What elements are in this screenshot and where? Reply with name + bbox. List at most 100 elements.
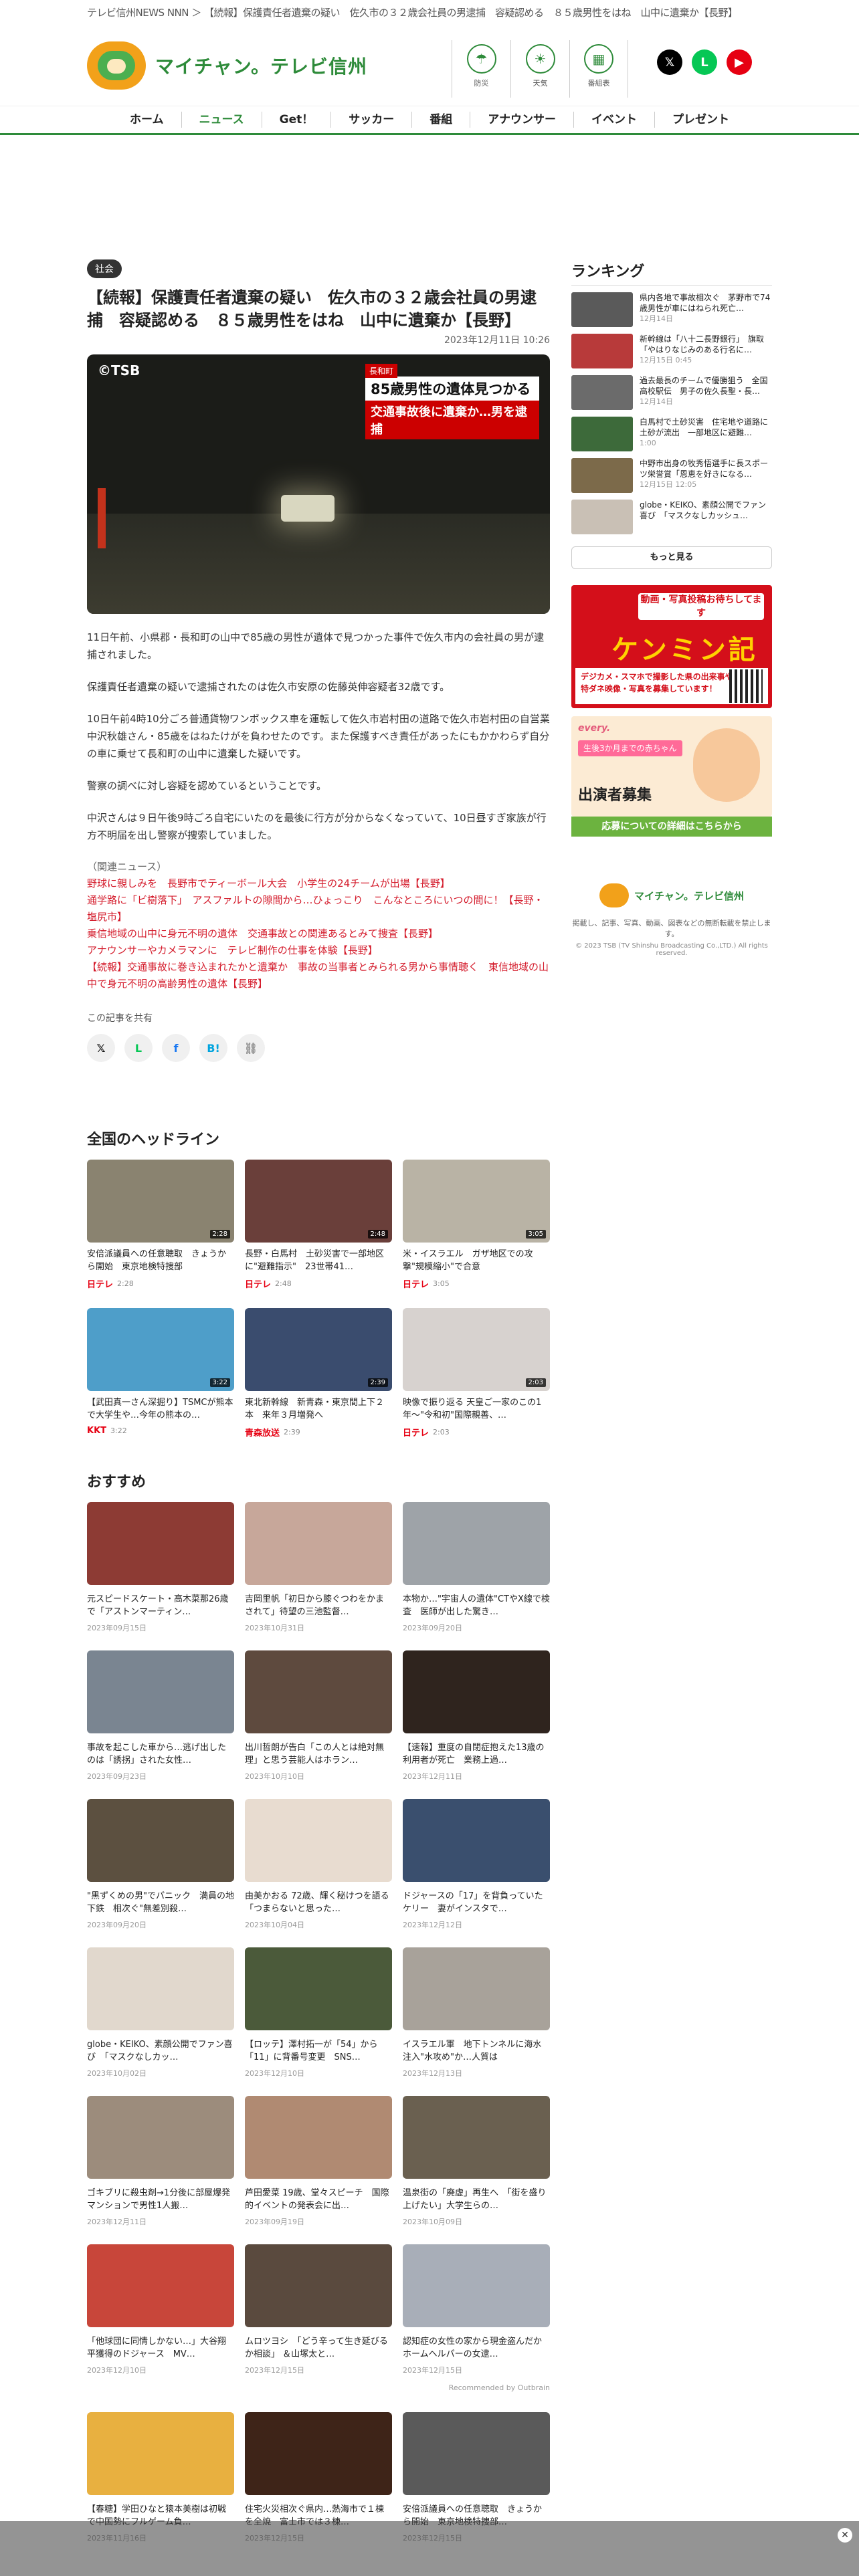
nav-item[interactable]: プレゼント xyxy=(655,112,747,128)
recommend-card[interactable]: 温泉街の「廃虚」再生へ 「街を盛り上げたい」大学生らの… 2023年10月09日 xyxy=(403,2096,550,2244)
related-link[interactable]: 乗信地域の山中に身元不明の遺体 交通事故との関連あるとみて捜査【長野】 xyxy=(87,926,550,942)
ranking-item[interactable]: 新幹線は「八十二長野銀行」 旗取「やはりなじみのある行名に… 12月15日 0:4… xyxy=(571,334,772,368)
nav-item[interactable]: サッカー xyxy=(331,112,413,128)
recommend-card[interactable]: 吉岡里帆「初日から膝ぐつわをかまされて」待望の三池監督… 2023年10月31日 xyxy=(245,1502,392,1650)
share-label: この記事を共有 xyxy=(87,1013,153,1024)
recommend-card[interactable]: 【速報】重度の自閉症抱えた13歳の利用者が死亡 業務上過… 2023年12月11日 xyxy=(403,1650,550,1799)
national-title: 全国のヘッドライン xyxy=(87,1132,220,1148)
recommend-title: 認知症の女性の家から現金盗んだか ホームヘルパーの女逮… xyxy=(403,2337,550,2359)
ranking-item[interactable]: 白馬村で土砂災害 住宅地や道路に土砂が流出 一部地区に避難… 1:00 xyxy=(571,417,772,451)
headline-source: 青森放送 xyxy=(245,1428,280,1438)
recommend-card[interactable]: イスラエル軍 地下トンネルに海水注入"水攻め"か…人質は 2023年12月13日 xyxy=(403,1947,550,2096)
header-icon-2[interactable]: ▦ 番組表 xyxy=(569,40,628,98)
recommend-thumb xyxy=(87,1799,234,1882)
share-hatena-icon[interactable]: B! xyxy=(199,1034,227,1062)
related-link[interactable]: アナウンサーやカメラマンに テレビ制作の仕事を体験【長野】 xyxy=(87,942,550,959)
recommend-card[interactable]: 事故を起こした車から…逃げ出したのは「誘拐」された女性… 2023年09月23日 xyxy=(87,1650,234,1799)
recommend-title: 【ロッテ】澤村拓一が「54」から「11」に背番号変更 SNS… xyxy=(245,2040,378,2062)
banner-badge: 生後3か月までの赤ちゃん xyxy=(578,740,682,756)
recommend-card[interactable]: ゴキブリに殺虫剤→1分後に部屋爆発 マンションで男性1人搬… 2023年12月11… xyxy=(87,2096,234,2244)
recommend-title: 温泉街の「廃虚」再生へ 「街を盛り上げたい」大学生らの… xyxy=(403,2188,547,2211)
baby-illustration xyxy=(693,728,760,802)
article-paragraph: 警察の調べに対し容疑を認めているということです。 xyxy=(87,780,327,792)
photo-watermark: ©TSB xyxy=(98,362,140,379)
recommend-title: ゴキブリに殺虫剤→1分後に部屋爆発 マンションで男性1人搬… xyxy=(87,2188,231,2211)
ranking-item[interactable]: globe・KEIKO、素顔公開でファン喜び 「マスクなしカッシュ… xyxy=(571,500,772,534)
share-x-icon[interactable]: 𝕏 xyxy=(87,1034,115,1062)
ranking-date: 12月14日 xyxy=(640,397,673,406)
video-duration: 2:03 xyxy=(525,1378,546,1387)
related-link[interactable]: 通学路に「ビ樹落下」 アスファルトの隙間から…ひょっこり こんなところにいつの間… xyxy=(87,892,550,926)
nav-item[interactable]: ホーム xyxy=(112,112,182,128)
header-glyph-icon: ☂ xyxy=(466,44,496,74)
headline-source: KKT xyxy=(87,1426,107,1436)
headline-card[interactable]: 2:28 安倍派議員への任意聴取 きょうから開始 東京地検特捜部 日テレ 2:28 xyxy=(87,1160,234,1308)
every-banner[interactable]: every. 生後3か月までの赤ちゃん 出演者募集 xyxy=(571,716,772,817)
related-link[interactable]: 野球に親しみを 長野市でティーボール大会 小学生の24チームが出場【長野】 xyxy=(87,875,550,892)
recommend-date: 2023年12月10日 xyxy=(87,2366,147,2375)
headline-card[interactable]: 3:05 米・イスラエル ガザ地区での攻撃"規模縮小"で合意 日テレ 3:05 xyxy=(403,1160,550,1308)
category-tag[interactable]: 社会 xyxy=(87,259,122,278)
banner-details-link[interactable]: 応募についての詳細はこちらから xyxy=(571,817,772,837)
headline-card[interactable]: 3:22 【武田真一さん深掘り】TSMCが熊本で大学生や…今年の熊本の… KKT 3:… xyxy=(87,1308,234,1457)
headline-title: 長野・白馬村 土砂災害で一部地区に"避難指示" 23世帯41… xyxy=(245,1249,385,1272)
youtube-icon[interactable]: ▶ xyxy=(727,49,752,75)
recommend-title: 【速報】重度の自閉症抱えた13歳の利用者が死亡 業務上過… xyxy=(403,1743,545,1765)
share-line-icon[interactable]: L xyxy=(124,1034,153,1062)
close-icon[interactable]: ✕ xyxy=(838,2528,852,2543)
nav-item[interactable]: ニュース xyxy=(182,112,262,128)
ranking-item[interactable]: 県内各地で事故相次ぐ 茅野市で74歳男性が車にはねられ死亡… 12月14日 xyxy=(571,292,772,327)
breadcrumb[interactable]: テレビ信州NEWS NNN ＞ 【続報】保護責任者遺棄の疑い 佐久市の３２歳会社… xyxy=(87,5,772,19)
line-icon[interactable]: L xyxy=(692,49,717,75)
recommend-card[interactable]: 認知症の女性の家から現金盗んだか ホームヘルパーの女逮… 2023年12月15日 xyxy=(403,2244,550,2393)
recommend-card[interactable]: 「他球団に同情しかない…」大谷翔平獲得のドジャース MV… 2023年12月10日 xyxy=(87,2244,234,2393)
recommend-date: 2023年12月15日 xyxy=(245,2366,304,2375)
recommend-date: 2023年09月20日 xyxy=(87,1921,147,1929)
share-facebook-icon[interactable]: f xyxy=(162,1034,190,1062)
ranking-date: 12月14日 xyxy=(640,314,673,323)
x-icon[interactable]: 𝕏 xyxy=(657,49,682,75)
recommend-thumb xyxy=(245,2412,392,2495)
article-paragraph: 11日午前、小県郡・長和町の山中で85歳の男性が遺体で見つかった事件で佐久市内の… xyxy=(87,631,545,661)
nav-item[interactable]: 番組 xyxy=(412,112,471,128)
recommend-thumb xyxy=(245,2096,392,2179)
header-icon-0[interactable]: ☂ 防災 xyxy=(452,40,510,98)
footer-logo[interactable]: マイチャン。テレビ信州 xyxy=(571,883,772,907)
headline-duration: 2:39 xyxy=(284,1428,300,1436)
recommend-card[interactable]: 出川哲朗が告白「この人とは絶対無理」と思う芸能人はホラン… 2023年10月10日 xyxy=(245,1650,392,1799)
nav-item[interactable]: アナウンサー xyxy=(470,112,574,128)
nav-item[interactable]: Get！ xyxy=(262,112,332,128)
kenmin-banner[interactable]: 動画・写真投稿お待ちしてます ケンミン記者 デジカメ・スマホで撮影した県の出来事… xyxy=(571,585,772,708)
headline-title: 東北新幹線 新青森・東京間上下２本 来年３月増発へ xyxy=(245,1398,385,1420)
nav-item[interactable]: イベント xyxy=(574,112,655,128)
recommend-card[interactable]: globe・KEIKO、素顔公開でファン喜び 「マスクなしカッ… 2023年10月… xyxy=(87,1947,234,2096)
recommend-thumb xyxy=(403,2412,550,2495)
headline-title: 【武田真一さん深掘り】TSMCが熊本で大学生や…今年の熊本の… xyxy=(87,1398,233,1420)
related-heading: （関連ニュース） xyxy=(87,861,167,873)
ranking-item[interactable]: 中野市出身の牧秀悟選手に長スポーツ栄誉賞「恩恵を好きになる… 12月15日 12:… xyxy=(571,458,772,493)
ranking-title: ランキング xyxy=(571,259,772,286)
more-button[interactable]: もっと見る xyxy=(571,546,772,569)
recommend-card[interactable]: ムロツヨシ 「どう辛って生き延びるか相談」 ＆山塚太と… 2023年12月15日 xyxy=(245,2244,392,2393)
headline-card[interactable]: 2:48 長野・白馬村 土砂災害で一部地区に"避難指示" 23世帯41… 日テレ 2:… xyxy=(245,1160,392,1308)
recommend-card[interactable]: "黒ずくめの男"でパニック 満員の地下鉄 相次ぐ"無差別殺… 2023年09月20… xyxy=(87,1799,234,1947)
recommend-card[interactable]: 芦田愛菜 19歳、堂々スピーチ 国際的イベントの発表会に出… 2023年09月19… xyxy=(245,2096,392,2244)
recommend-card[interactable]: 本物か…"宇宙人の遺体"CTやX線で検査 医師が出した驚き… 2023年09月20… xyxy=(403,1502,550,1650)
ranking-item[interactable]: 過去最長のチームで優勝狙う 全国高校駅伝 男子の佐久長聖・長… 12月14日 xyxy=(571,375,772,410)
recommend-title: ムロツヨシ 「どう辛って生き延びるか相談」 ＆山塚太と… xyxy=(245,2337,388,2359)
headline-source-row: KKT 3:22 xyxy=(87,1426,234,1436)
headline-card[interactable]: 2:03 映像で振り返る 天皇ご一家のこの1年〜"令和初"国際親善、… 日テレ 2:0… xyxy=(403,1308,550,1457)
related-link[interactable]: 【続報】交通事故に巻き込まれたかと遺棄か 事故の当事者とみられる男から事情聴く … xyxy=(87,959,550,992)
recommend-card[interactable]: 元スピードスケート・高木菜那26歳で「アストンマーティン… 2023年09月15日 xyxy=(87,1502,234,1650)
global-nav: ホーム ニュース Get！ サッカー 番組 アナウンサー イベント プレゼント xyxy=(0,106,859,135)
header-icon-1[interactable]: ☀ 天気 xyxy=(510,40,569,98)
ranking-title: 中野市出身の牧秀悟選手に長スポーツ栄誉賞「恩恵を好きになる… xyxy=(640,459,769,479)
headline-card[interactable]: 2:39 東北新幹線 新青森・東京間上下２本 来年３月増発へ 青森放送 2:39 xyxy=(245,1308,392,1457)
share-link-icon[interactable]: ⛓ xyxy=(237,1034,265,1062)
headline-thumb: 2:28 xyxy=(87,1160,234,1243)
recommend-card[interactable]: 【ロッテ】澤村拓一が「54」から「11」に背番号変更 SNS… 2023年12月1… xyxy=(245,1947,392,2096)
recommend-card[interactable]: ドジャースの「17」を背負っていたケリー 妻がインスタで… 2023年12月12日 xyxy=(403,1799,550,1947)
recommend-card[interactable]: 由美かおる 72歳、輝く秘けつを語る 「つまらないと思った… 2023年10月04… xyxy=(245,1799,392,1947)
site-logo[interactable]: マイチャン。テレビ信州 xyxy=(87,41,367,90)
mascot-icon xyxy=(87,41,146,90)
